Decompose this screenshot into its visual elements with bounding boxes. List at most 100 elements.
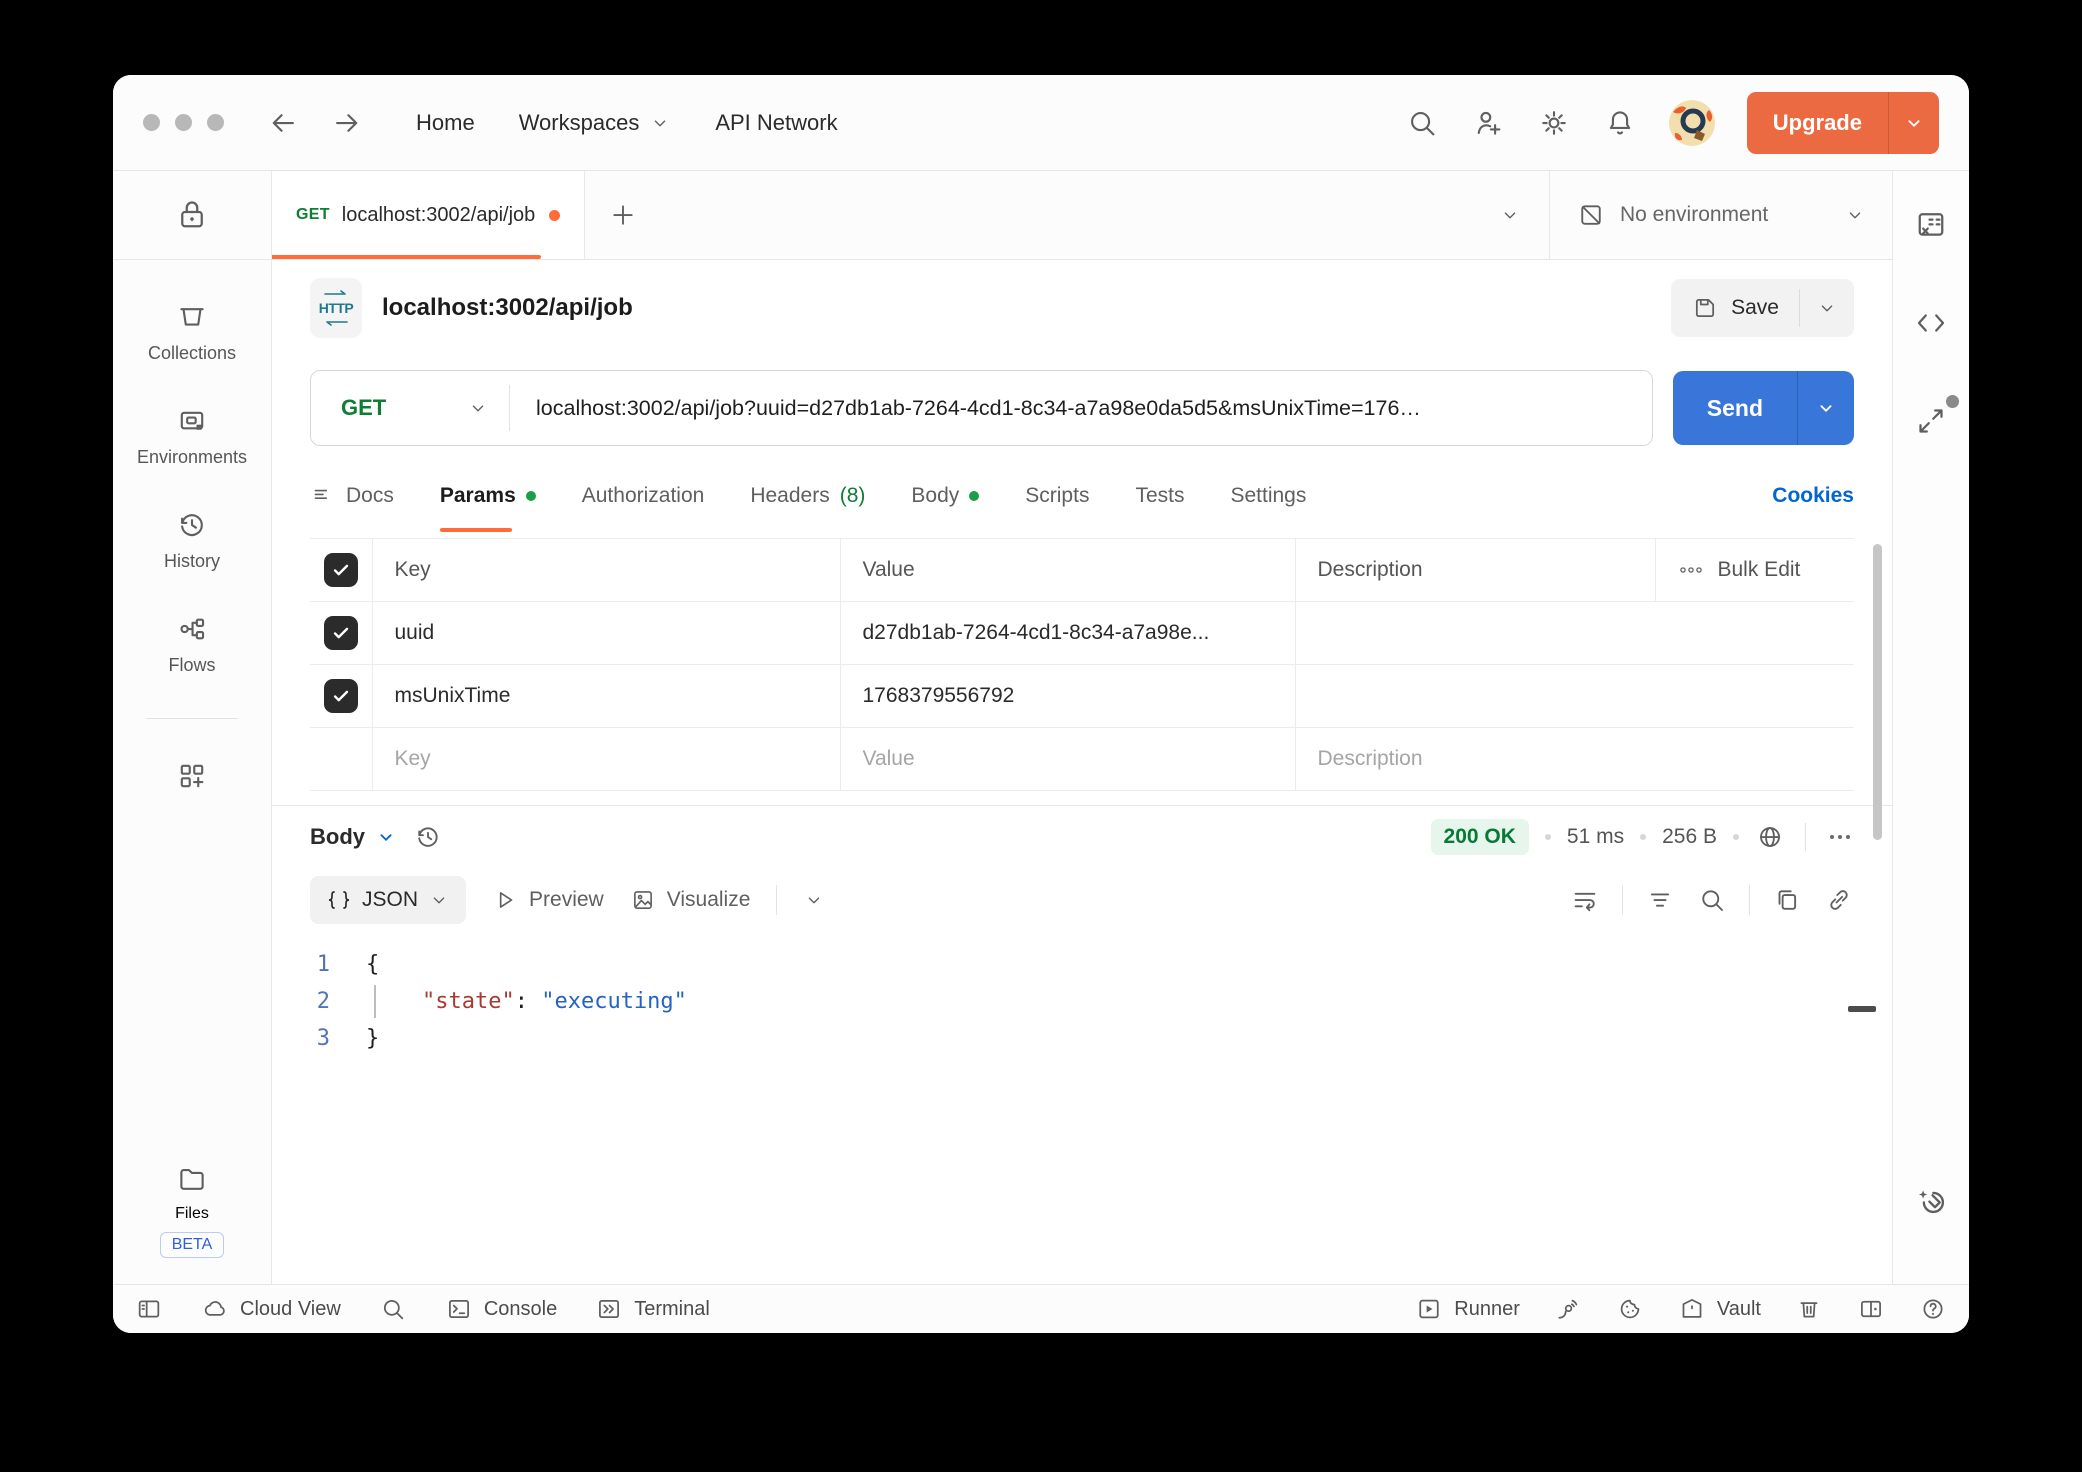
panel-dot-badge (1946, 395, 1959, 408)
search-response-icon[interactable] (1697, 885, 1727, 915)
window-controls[interactable] (143, 114, 224, 131)
braces-icon (326, 889, 352, 911)
nav-workspaces[interactable]: Workspaces (519, 110, 672, 136)
invite-user-icon[interactable] (1471, 106, 1505, 140)
notifications-bell-icon[interactable] (1603, 106, 1637, 140)
settings-gear-icon[interactable] (1537, 106, 1571, 140)
tab-scripts[interactable]: Scripts (1025, 460, 1089, 532)
trash-icon[interactable] (1795, 1295, 1823, 1323)
sidebar-lock-section[interactable] (113, 171, 271, 260)
forward-icon[interactable] (330, 106, 364, 140)
param-value-cell[interactable]: 1768379556792 (840, 665, 1295, 728)
row-checkbox[interactable] (324, 616, 358, 650)
capture-requests-icon[interactable] (1554, 1295, 1582, 1323)
tab-list-dropdown[interactable] (1471, 204, 1549, 226)
param-value-placeholder[interactable]: Value (840, 728, 1295, 791)
runner-button[interactable]: Runner (1415, 1295, 1520, 1323)
tab-headers[interactable]: Headers (8) (750, 460, 865, 532)
tab-params[interactable]: Params (440, 460, 536, 532)
chevron-down-icon (375, 826, 397, 848)
response-size[interactable]: 256 B (1662, 825, 1717, 849)
response-body-dropdown[interactable]: Body (310, 824, 397, 850)
param-row-empty: Key Value Description (310, 728, 1854, 791)
sidebar-more-tools[interactable] (175, 759, 209, 793)
save-button[interactable]: Save (1671, 279, 1854, 337)
response-time[interactable]: 51 ms (1567, 825, 1624, 849)
line-number: 1 (272, 946, 330, 983)
zoom-window-button[interactable] (207, 114, 224, 131)
terminal-button[interactable]: Terminal (595, 1295, 710, 1323)
sidebar-item-history[interactable]: History (164, 508, 220, 572)
params-scrollbar[interactable] (1873, 544, 1882, 840)
nav-home[interactable]: Home (416, 110, 475, 136)
avatar[interactable] (1669, 100, 1715, 146)
minimize-window-button[interactable] (175, 114, 192, 131)
tab-tests[interactable]: Tests (1135, 460, 1184, 532)
param-key-cell[interactable]: msUnixTime (372, 665, 840, 728)
status-badge[interactable]: 200 OK (1431, 819, 1529, 855)
visualize-button[interactable]: Visualize (630, 887, 751, 913)
collapse-panel-wrap[interactable] (1913, 403, 1949, 444)
toggle-sidebar-icon[interactable] (135, 1295, 163, 1323)
console-button[interactable]: Console (445, 1295, 557, 1323)
send-button[interactable]: Send (1673, 371, 1854, 445)
save-dropdown[interactable] (1800, 279, 1854, 337)
response-body-viewer[interactable]: 1 { 2 "state": "executing" 3 } (272, 932, 1892, 1284)
cloud-icon (201, 1295, 229, 1323)
toolbar-more-dropdown[interactable] (803, 889, 825, 911)
help-icon[interactable] (1919, 1295, 1947, 1323)
wrap-text-icon[interactable] (1570, 885, 1600, 915)
tab-docs[interactable]: Docs (310, 460, 394, 532)
environment-selector[interactable]: No environment (1549, 171, 1892, 259)
param-key-placeholder[interactable]: Key (372, 728, 840, 791)
chevron-down-icon (1815, 397, 1837, 419)
param-desc-cell[interactable] (1295, 602, 1854, 665)
chevron-down-icon (649, 112, 671, 134)
tab-body[interactable]: Body (911, 460, 979, 532)
nav-api-network[interactable]: API Network (715, 110, 837, 136)
response-scrollbar-mark[interactable] (1848, 1006, 1876, 1012)
sidebar-item-files[interactable]: Files BETA (160, 1162, 225, 1258)
url-input[interactable]: localhost:3002/api/job?uuid=d27db1ab-726… (510, 396, 1652, 421)
new-tab-button[interactable] (585, 171, 661, 259)
postbot-button[interactable] (1912, 1185, 1950, 1228)
open-request-tab[interactable]: GET localhost:3002/api/job (272, 171, 585, 259)
param-desc-cell[interactable] (1295, 665, 1854, 728)
cloud-view-button[interactable]: Cloud View (201, 1295, 341, 1323)
row-checkbox[interactable] (324, 679, 358, 713)
link-icon[interactable] (1824, 885, 1854, 915)
param-value-cell[interactable]: d27db1ab-7264-4cd1-8c34-a7a98e... (840, 602, 1295, 665)
tab-authorization[interactable]: Authorization (582, 460, 705, 532)
vault-button[interactable]: Vault (1678, 1295, 1761, 1323)
send-dropdown[interactable] (1798, 371, 1854, 445)
sidebar-item-collections[interactable]: Collections (148, 300, 236, 364)
cookies-link[interactable]: Cookies (1772, 460, 1854, 532)
preview-button[interactable]: Preview (492, 887, 604, 913)
upgrade-dropdown[interactable] (1889, 92, 1939, 154)
find-icon[interactable] (379, 1295, 407, 1323)
bulk-edit-button[interactable]: Bulk Edit (1678, 558, 1833, 582)
param-desc-placeholder[interactable]: Description (1295, 728, 1854, 791)
upgrade-button[interactable]: Upgrade (1747, 92, 1939, 154)
sidebar-item-flows[interactable]: Flows (168, 612, 215, 676)
documentation-variables-icon[interactable] (1913, 207, 1949, 243)
search-icon[interactable] (1405, 106, 1439, 140)
back-icon[interactable] (266, 106, 300, 140)
cookies-icon[interactable] (1616, 1295, 1644, 1323)
code-snippet-icon[interactable] (1913, 305, 1949, 341)
more-options-icon[interactable] (1826, 829, 1854, 845)
format-lines-icon[interactable] (1645, 885, 1675, 915)
sidebar-item-environments[interactable]: Environments (137, 404, 247, 468)
copy-icon[interactable] (1772, 885, 1802, 915)
response-format-dropdown[interactable]: JSON (310, 876, 466, 924)
param-key-cell[interactable]: uuid (372, 602, 840, 665)
split-panel-icon[interactable] (1857, 1295, 1885, 1323)
no-environment-icon (1576, 200, 1606, 230)
tab-method: GET (296, 206, 330, 224)
method-selector[interactable]: GET (311, 395, 509, 421)
select-all-checkbox[interactable] (324, 553, 358, 587)
close-window-button[interactable] (143, 114, 160, 131)
response-history-icon[interactable] (413, 822, 443, 852)
tab-settings[interactable]: Settings (1230, 460, 1306, 532)
globe-icon[interactable] (1755, 822, 1785, 852)
